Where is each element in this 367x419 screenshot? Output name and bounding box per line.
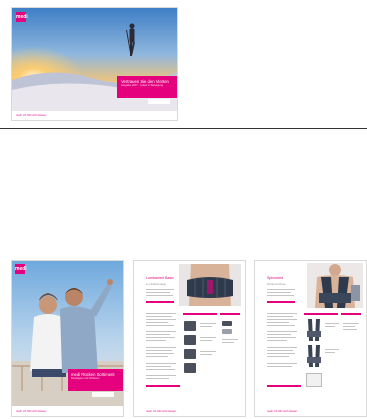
text-line: [267, 292, 291, 293]
text-line: [146, 325, 174, 326]
text-line: [267, 319, 297, 320]
text-line: [267, 363, 297, 364]
text-line: [222, 339, 238, 340]
text-line: [146, 289, 174, 290]
text-line: [146, 369, 175, 370]
text-line: [200, 337, 216, 338]
text-line: [267, 289, 295, 290]
text-line: [200, 326, 212, 327]
text-line: [200, 323, 216, 324]
text-line: [267, 316, 293, 317]
accent-line: [146, 301, 174, 303]
brochure-subtitle: Ausgabe 2017 · Leben in Bewegung: [121, 84, 163, 87]
text-line: [325, 323, 339, 324]
accent-line: [146, 385, 180, 387]
brochure-card-hiking[interactable]: medi Vertrauen Sie den Vierten Ausgabe 2…: [11, 7, 178, 121]
text-line: [146, 334, 170, 335]
text-line: [267, 331, 297, 332]
accent-line: [220, 313, 240, 315]
text-line: [200, 351, 216, 352]
text-line: [146, 331, 176, 332]
text-line: [267, 356, 289, 357]
text-line: [325, 349, 339, 350]
product-subtitle: Lumbalbandage: [146, 282, 167, 286]
color-swatch: [222, 321, 232, 326]
text-line: [146, 322, 168, 323]
footer-text: medi. ich fühl mich besser.: [146, 410, 177, 413]
text-line: [146, 319, 176, 320]
hero-band: Vertrauen Sie den Vierten Ausgabe 2017 ·…: [117, 76, 177, 98]
product-box: [306, 373, 322, 387]
text-line: [146, 347, 176, 348]
orthosis-product-icon: [307, 345, 321, 367]
text-line: [146, 378, 169, 379]
text-line: [267, 347, 297, 348]
footer-text: medi. ich fühl mich besser.: [16, 114, 47, 117]
section-divider: [0, 128, 367, 129]
brochure-card-spine[interactable]: Spinomed Rückenorthese medi. ich fühl mi…: [254, 260, 367, 417]
accent-line: [267, 301, 295, 303]
product-thumbnail: [184, 349, 196, 359]
brochure-card-back-range[interactable]: medi medi Rücken Sortiment Bandagen und …: [11, 260, 124, 417]
text-line: [200, 340, 212, 341]
text-line: [146, 375, 176, 376]
text-line: [146, 340, 166, 341]
accent-line: [341, 313, 361, 315]
text-line: [146, 366, 171, 367]
spine-orthosis-photo: [307, 263, 363, 308]
text-line: [267, 322, 289, 323]
back-support-photo: [179, 264, 241, 306]
text-line: [267, 334, 291, 335]
band-white-box: [92, 392, 114, 397]
accent-line: [267, 385, 301, 387]
text-line: [343, 323, 359, 324]
medi-logo-icon: medi: [15, 264, 27, 274]
text-line: [267, 313, 297, 314]
accent-line: [183, 313, 217, 315]
color-swatch: [222, 329, 232, 334]
footer-text: medi. ich fühl mich besser.: [267, 410, 298, 413]
text-line: [267, 366, 292, 367]
text-line: [267, 337, 296, 338]
text-line: [325, 352, 335, 353]
text-line: [267, 350, 293, 351]
brochure-card-lumbar[interactable]: Lumbamed Basic Lumbalbandage medi. ich f…: [133, 260, 246, 417]
text-line: [146, 363, 176, 364]
medi-logo-icon: medi: [16, 12, 28, 22]
product-title: Lumbamed Basic: [146, 276, 174, 280]
text-line: [267, 340, 287, 341]
text-line: [146, 337, 175, 338]
product-title: Spinomed: [267, 276, 284, 280]
text-line: [146, 353, 174, 354]
text-line: [267, 325, 295, 326]
product-thumbnail: [184, 321, 196, 331]
hero-band: medi Rücken Sortiment Bandagen und Orthe…: [68, 369, 123, 391]
product-subtitle: Rückenorthese: [267, 282, 286, 286]
text-line: [146, 292, 170, 293]
product-thumbnail: [184, 335, 196, 345]
band-white-box: [148, 99, 170, 104]
text-line: [146, 350, 172, 351]
footer-text: medi. ich fühl mich besser.: [16, 410, 47, 413]
text-line: [325, 326, 335, 327]
text-line: [343, 326, 355, 327]
text-line: [267, 295, 294, 296]
text-line: [146, 356, 168, 357]
product-thumbnail: [184, 363, 196, 373]
text-line: [146, 295, 173, 296]
text-line: [343, 329, 357, 330]
orthosis-product-icon: [307, 319, 321, 341]
text-line: [146, 313, 176, 314]
accent-line: [304, 313, 338, 315]
brochure-subtitle: Bandagen und Orthesen: [71, 377, 100, 380]
text-line: [267, 353, 295, 354]
text-line: [200, 354, 212, 355]
text-line: [222, 342, 234, 343]
text-line: [146, 316, 172, 317]
